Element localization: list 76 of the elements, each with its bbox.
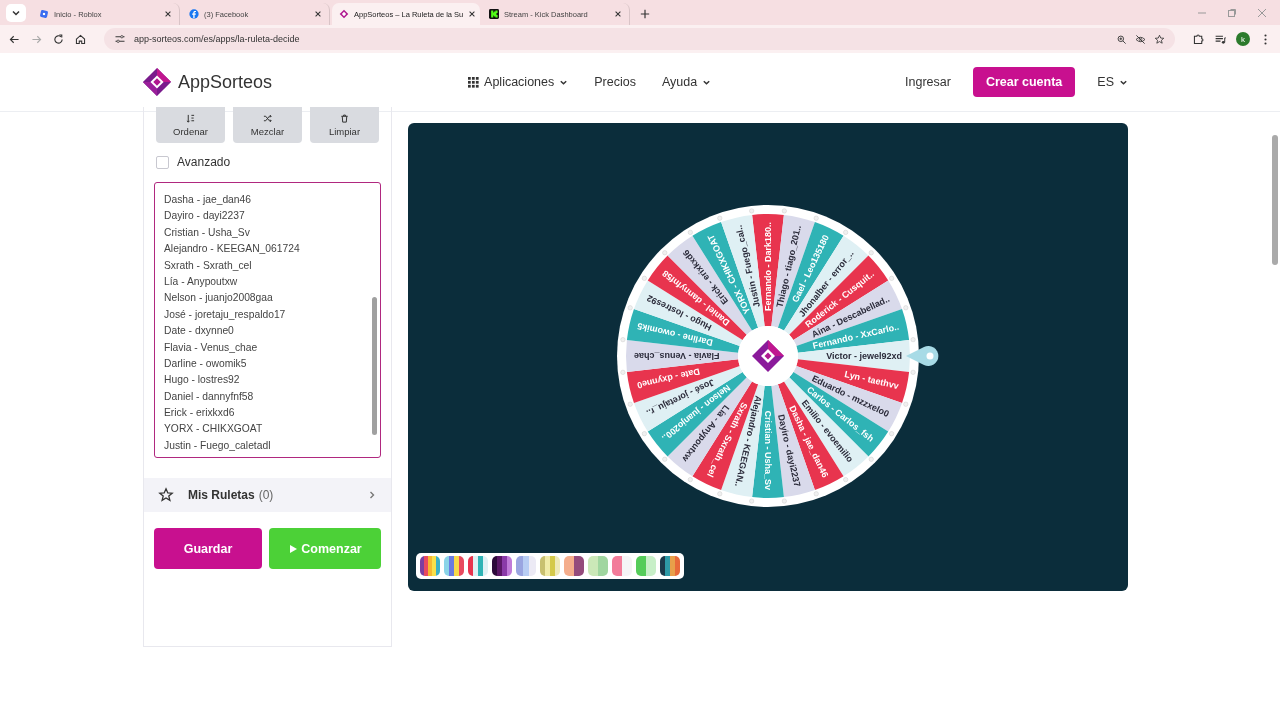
entry-line: Date - dxynne0 xyxy=(164,324,235,339)
tool-button[interactable]: Limpiar xyxy=(310,107,379,143)
login-link[interactable]: Ingresar xyxy=(905,75,951,89)
tool-button[interactable]: Mezclar xyxy=(233,107,302,143)
play-icon xyxy=(288,543,299,554)
eye-slash-icon[interactable] xyxy=(1135,33,1146,45)
checkbox-label: Avanzado xyxy=(177,155,231,169)
entry-line: YORX - CHIKXGOAT xyxy=(164,422,264,437)
entry-line: Cristian - Usha_Sv xyxy=(164,225,251,240)
profile-avatar[interactable]: k xyxy=(1236,32,1250,46)
color-palette-swatch[interactable] xyxy=(420,556,440,576)
color-palette-swatch[interactable] xyxy=(660,556,680,576)
diamond-logo-icon[interactable] xyxy=(142,67,172,97)
tab-search-button[interactable] xyxy=(6,4,26,22)
entry-line: Nelson - juanjo2008gaa xyxy=(164,291,274,306)
chevron-down-icon xyxy=(11,8,21,18)
zoom-icon[interactable] xyxy=(1116,33,1127,45)
entry-line: Daniel - dannyfnf58 xyxy=(164,389,255,404)
wheel-pointer xyxy=(906,346,939,366)
entry-line: Justin - Fuego_caletadl xyxy=(164,438,272,453)
entry-line: Darline - owomik5 xyxy=(164,356,248,371)
entry-line: Dayiro - dayi2237 xyxy=(164,209,246,224)
color-palette-swatch[interactable] xyxy=(468,556,488,576)
site-settings-icon[interactable] xyxy=(114,33,126,45)
my-wheels-count: (0) xyxy=(258,488,274,502)
close-icon[interactable] xyxy=(468,10,477,18)
extensions-icon[interactable] xyxy=(1192,32,1205,46)
reload-icon[interactable] xyxy=(52,32,65,46)
language-selector[interactable]: ES xyxy=(1097,75,1128,89)
tilted-square-icon xyxy=(39,9,49,19)
color-palette-swatch[interactable] xyxy=(636,556,656,576)
entry-line: Erick - erixkxd6 xyxy=(164,406,236,421)
close-icon[interactable] xyxy=(314,10,322,18)
color-palette-swatch[interactable] xyxy=(612,556,632,576)
brand-name[interactable]: AppSorteos xyxy=(178,71,273,93)
nav-link[interactable]: Aplicaciones xyxy=(468,75,569,89)
entry-line: Alejandro - KEEGAN_061724 xyxy=(164,242,301,257)
entries-textarea[interactable] xyxy=(154,182,381,458)
color-palette-swatch[interactable] xyxy=(588,556,608,576)
hub-logo[interactable] xyxy=(738,326,798,386)
entry-line: Flavia - Venus_chae xyxy=(164,340,259,355)
entry-line: Lía - Anypoutxw xyxy=(164,274,239,289)
close-icon[interactable] xyxy=(164,10,172,18)
nav-link[interactable]: Ayuda xyxy=(661,75,712,89)
close-icon[interactable] xyxy=(614,10,622,18)
sort-icon xyxy=(186,113,195,123)
color-palette-swatch[interactable] xyxy=(516,556,536,576)
shuffle-icon xyxy=(263,113,272,123)
entry-line: José - joretaju_respaldo17 xyxy=(164,307,287,322)
entry-line: Dasha - jae_dan46 xyxy=(164,193,253,207)
page-scrollbar[interactable] xyxy=(1272,135,1278,265)
tool-button[interactable]: Ordenar xyxy=(156,107,225,143)
facebook-icon xyxy=(189,9,199,19)
star-icon xyxy=(158,487,174,503)
save-button[interactable]: Guardar xyxy=(154,528,262,569)
color-palette-swatch[interactable] xyxy=(564,556,584,576)
home-icon[interactable] xyxy=(74,32,87,46)
color-palette-swatch[interactable] xyxy=(540,556,560,576)
diamond-logo-icon xyxy=(339,9,349,19)
bookmark-star-icon[interactable] xyxy=(1154,33,1165,45)
grid-icon xyxy=(468,76,480,88)
trash-icon xyxy=(340,113,349,123)
url-text: app-sorteos.com/es/apps/la-ruleta-decide xyxy=(134,34,300,44)
new-tab-icon[interactable] xyxy=(640,9,650,19)
entry-line: Sxrath - Sxrath_cel xyxy=(164,258,253,273)
checkbox[interactable] xyxy=(156,155,169,169)
signup-button[interactable]: Crear cuenta xyxy=(972,67,1076,97)
color-palette-swatch[interactable] xyxy=(492,556,512,576)
my-wheels-label: Mis Ruletas xyxy=(188,488,255,502)
nav-link[interactable]: Precios xyxy=(594,75,636,89)
my-wheels-row[interactable]: Mis Ruletas (0) xyxy=(144,478,391,512)
chevron-right-icon xyxy=(367,490,377,500)
entry-line: Hugo - lostres92 xyxy=(164,373,241,388)
k-logo-icon xyxy=(489,9,499,19)
address-bar[interactable]: app-sorteos.com/es/apps/la-ruleta-decide xyxy=(104,28,1175,50)
color-palette-swatch[interactable] xyxy=(444,556,464,576)
